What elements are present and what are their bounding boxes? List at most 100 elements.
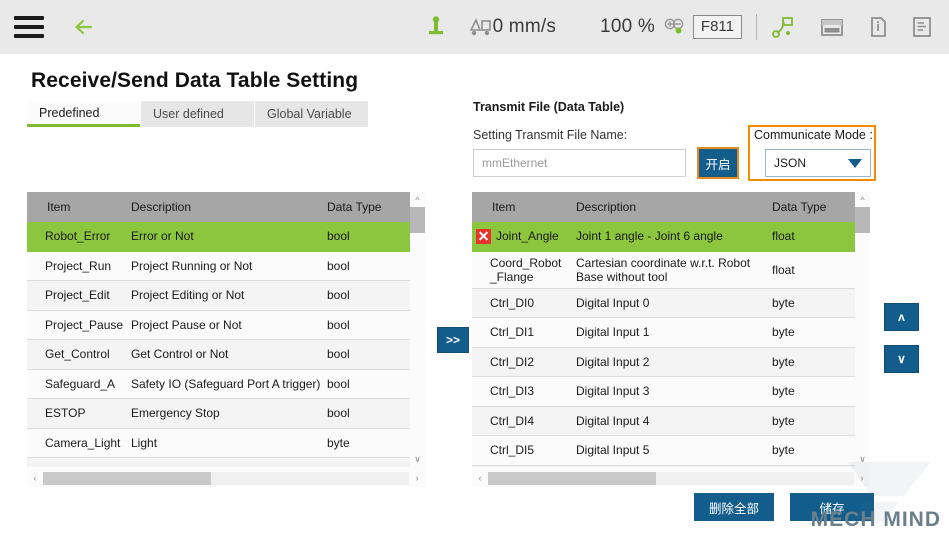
- hamburger-bar: [14, 16, 44, 20]
- move-down-button[interactable]: ∨: [884, 345, 919, 373]
- tab-global-variable[interactable]: Global Variable: [255, 101, 368, 127]
- page-title: Receive/Send Data Table Setting: [31, 69, 358, 93]
- scrollbar-thumb[interactable]: [43, 472, 211, 485]
- delete-all-button[interactable]: 删除全部: [694, 493, 774, 521]
- scroll-right-arrow-icon[interactable]: ›: [854, 473, 870, 483]
- table-row[interactable]: Project_Pause Project Pause or Not bool: [27, 311, 425, 341]
- cell-description: Digital Input 1: [576, 325, 772, 339]
- table-row[interactable]: Get_Control Get Control or Not bool: [27, 340, 425, 370]
- table-row[interactable]: Ctrl_DI5 Digital Input 5 byte: [472, 436, 870, 466]
- cell-description: Light: [131, 436, 327, 450]
- table-body: Robot_Error Error or Not bool Project_Ru…: [27, 222, 425, 467]
- override-icon[interactable]: [663, 0, 685, 54]
- cell-item: Get_Control: [27, 347, 131, 361]
- cell-description: Get Control or Not: [131, 347, 327, 361]
- scrollbar-track[interactable]: [43, 472, 409, 485]
- tab-user-defined[interactable]: User defined: [141, 101, 254, 127]
- cell-item: Camera_Light: [27, 436, 131, 450]
- table-row[interactable]: Ctrl_DI2 Digital Input 2 byte: [472, 348, 870, 378]
- toolbar-divider: [756, 14, 757, 40]
- table-row[interactable]: ESTOP Emergency Stop bool: [27, 399, 425, 429]
- hamburger-bar: [14, 34, 44, 38]
- cell-description: Digital Input 0: [576, 296, 772, 310]
- cell-item: Ctrl_DI5: [472, 443, 576, 457]
- cell-description: Digital Input 2: [576, 355, 772, 369]
- chevron-down-icon: [848, 159, 862, 168]
- cell-item: Robot_Model: [27, 465, 131, 467]
- tab-bar: Predefined User defined Global Variable: [27, 101, 369, 127]
- watermark-text: MECH MIND: [811, 508, 941, 532]
- cell-data-type: bool: [327, 259, 403, 273]
- cell-data-type: string: [327, 465, 403, 467]
- cell-item: Ctrl_DI2: [472, 355, 576, 369]
- move-up-button[interactable]: ʌ: [884, 303, 919, 331]
- keyboard-icon[interactable]: [819, 0, 845, 54]
- table-row[interactable]: Safeguard_A Safety IO (Safeguard Port A …: [27, 370, 425, 400]
- tab-predefined[interactable]: Predefined: [27, 101, 140, 127]
- table-body: Joint_Angle Joint 1 angle - Joint 6 angl…: [472, 222, 870, 467]
- table-header-row: Item Description Data Type: [27, 192, 425, 222]
- cell-item: Ctrl_DI0: [472, 296, 576, 310]
- cell-data-type: float: [772, 229, 848, 243]
- scroll-left-arrow-icon[interactable]: ‹: [27, 473, 43, 483]
- toolbar-status-group: 0 mm/s 100 % F811: [425, 0, 949, 54]
- scrollbar-thumb[interactable]: [410, 207, 425, 233]
- back-arrow-icon[interactable]: [70, 12, 100, 42]
- robot-tool-icon[interactable]: [425, 0, 447, 54]
- table-row[interactable]: Robot_Error Error or Not bool: [27, 222, 425, 252]
- cell-item: ESTOP: [27, 406, 131, 420]
- hamburger-menu-icon[interactable]: [14, 16, 44, 38]
- scrollbar-thumb[interactable]: [488, 472, 656, 485]
- table-row[interactable]: Ctrl_DI3 Digital Input 3 byte: [472, 377, 870, 407]
- transfer-right-button[interactable]: >>: [437, 327, 469, 353]
- column-header-data-type: Data Type: [327, 200, 403, 214]
- vertical-scrollbar[interactable]: ^ ∨: [410, 192, 425, 467]
- cell-description: Project Running or Not: [131, 259, 327, 273]
- transmit-file-name-input[interactable]: [473, 149, 686, 177]
- table-row[interactable]: Coord_Robot _Flange Cartesian coordinate…: [472, 252, 870, 289]
- table-row[interactable]: Project_Edit Project Editing or Not bool: [27, 281, 425, 311]
- cell-item: Joint_Angle: [472, 229, 576, 244]
- column-header-data-type: Data Type: [772, 200, 848, 214]
- speed-icon: [469, 0, 493, 54]
- cell-item: Ctrl_DI4: [472, 414, 576, 428]
- table-row[interactable]: Project_Run Project Running or Not bool: [27, 252, 425, 282]
- cell-item: Robot_Error: [27, 229, 131, 243]
- table-row[interactable]: Ctrl_DI6 Digital Input 6 byte: [472, 466, 870, 468]
- scrollbar-track[interactable]: [488, 472, 854, 485]
- cell-item: Project_Pause: [27, 318, 131, 332]
- predefined-items-table: Item Description Data Type Robot_Error E…: [27, 192, 425, 487]
- scroll-down-arrow-icon[interactable]: ∨: [855, 452, 870, 467]
- table-row[interactable]: Ctrl_DI1 Digital Input 1 byte: [472, 318, 870, 348]
- remove-item-icon[interactable]: [476, 229, 491, 244]
- communicate-mode-select[interactable]: JSON: [765, 149, 871, 177]
- scrollbar-thumb[interactable]: [855, 207, 870, 233]
- scroll-left-arrow-icon[interactable]: ‹: [472, 473, 488, 483]
- cell-data-type: byte: [772, 325, 848, 339]
- column-header-item: Item: [472, 200, 576, 214]
- communicate-mode-label: Communicate Mode :: [754, 128, 873, 142]
- table-row[interactable]: Ctrl_DI4 Digital Input 4 byte: [472, 407, 870, 437]
- top-toolbar: 0 mm/s 100 % F811: [0, 0, 949, 54]
- scroll-right-arrow-icon[interactable]: ›: [409, 473, 425, 483]
- horizontal-scrollbar[interactable]: ‹ ›: [27, 469, 425, 487]
- table-row[interactable]: Camera_Light Light byte: [27, 429, 425, 459]
- horizontal-scrollbar[interactable]: ‹ ›: [472, 469, 870, 487]
- column-header-description: Description: [576, 200, 772, 214]
- scroll-up-arrow-icon[interactable]: ^: [855, 192, 870, 207]
- log-list-icon[interactable]: [911, 0, 933, 54]
- frame-badge[interactable]: F811: [693, 15, 742, 39]
- column-header-description: Description: [131, 200, 327, 214]
- scroll-down-arrow-icon[interactable]: ∨: [410, 452, 425, 467]
- table-row[interactable]: Ctrl_DI0 Digital Input 0 byte: [472, 289, 870, 319]
- cell-description: Emergency Stop: [131, 406, 327, 420]
- open-file-button[interactable]: 开启: [697, 147, 739, 179]
- cell-item: Coord_Robot _Flange: [472, 256, 576, 284]
- info-icon[interactable]: [867, 0, 889, 54]
- table-row[interactable]: Robot_Model Robot Model string: [27, 458, 425, 467]
- table-row[interactable]: Joint_Angle Joint 1 angle - Joint 6 angl…: [472, 222, 870, 252]
- vertical-scrollbar[interactable]: ^ ∨: [855, 192, 870, 467]
- cell-description: Digital Input 3: [576, 384, 772, 398]
- program-node-icon[interactable]: [771, 0, 797, 54]
- scroll-up-arrow-icon[interactable]: ^: [410, 192, 425, 207]
